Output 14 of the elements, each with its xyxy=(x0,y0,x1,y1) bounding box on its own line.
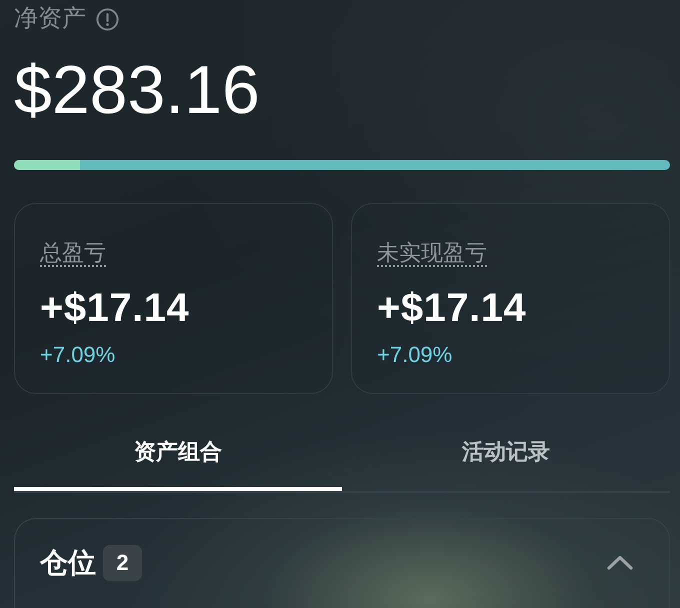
tab[interactable]: 资产组合 xyxy=(14,423,342,491)
positions-title: 仓位 xyxy=(40,546,96,580)
count-badge: 2 xyxy=(103,544,142,580)
net-worth-title: 净资产 xyxy=(14,4,86,34)
stat-value: +$17.14 xyxy=(40,285,190,332)
stat-label: 总盈亏 xyxy=(40,239,106,267)
tab[interactable]: 活动记录 xyxy=(342,423,670,491)
info-icon[interactable] xyxy=(96,8,119,30)
stat-label: 未实现盈亏 xyxy=(377,239,487,267)
chevron-up-icon[interactable] xyxy=(607,555,633,570)
net-worth-value: $283.16 xyxy=(14,56,260,124)
stat-value: +$17.14 xyxy=(377,285,528,332)
stat-change: +7.09% xyxy=(377,341,454,369)
stat-change: +7.09% xyxy=(40,341,116,369)
